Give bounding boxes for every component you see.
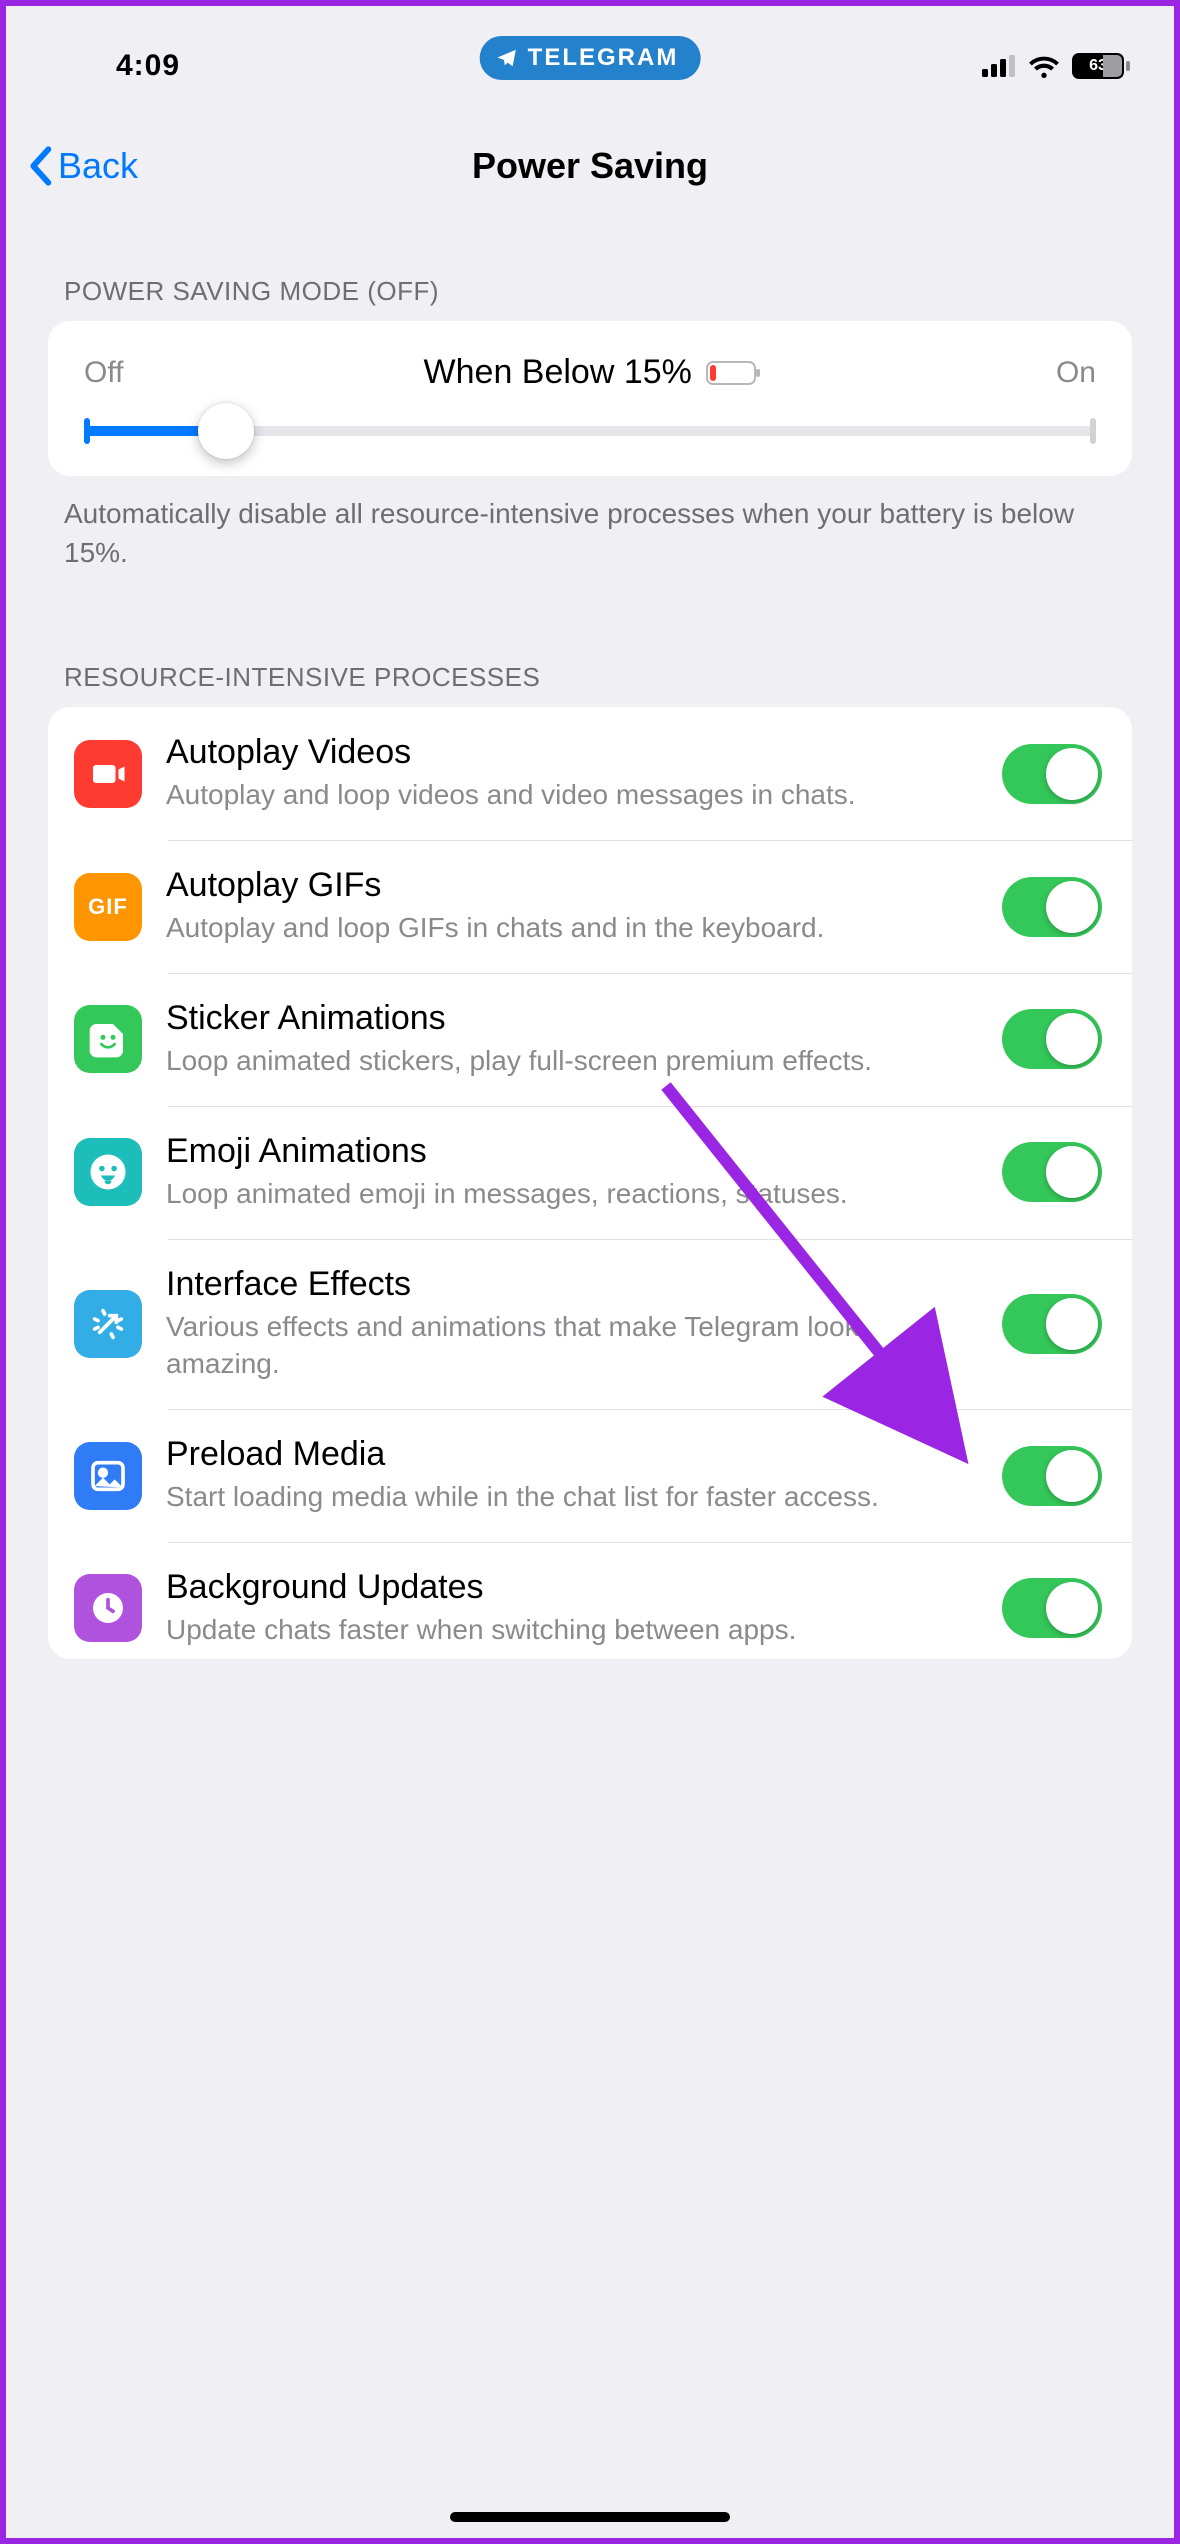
slider-label-off: Off [84, 356, 123, 390]
row-title: Emoji Animations [166, 1132, 968, 1171]
row-emoji-animations[interactable]: Emoji Animations Loop animated emoji in … [48, 1106, 1132, 1239]
video-icon [74, 740, 142, 808]
back-button[interactable]: Back [26, 145, 138, 187]
row-sticker-animations[interactable]: Sticker Animations Loop animated sticker… [48, 973, 1132, 1106]
toggle-background-updates[interactable] [1002, 1578, 1102, 1638]
toggle-interface-effects[interactable] [1002, 1294, 1102, 1354]
clock-icon [74, 1574, 142, 1642]
row-title: Interface Effects [166, 1265, 968, 1304]
gif-icon: GIF [74, 873, 142, 941]
image-icon [74, 1442, 142, 1510]
row-subtitle: Autoplay and loop GIFs in chats and in t… [166, 909, 968, 947]
row-background-updates[interactable]: Background Updates Update chats faster w… [48, 1542, 1132, 1659]
battery-low-icon [706, 361, 756, 385]
row-title: Background Updates [166, 1568, 968, 1607]
row-subtitle: Start loading media while in the chat li… [166, 1478, 968, 1516]
nav-bar: Back Power Saving [6, 106, 1174, 226]
row-title: Autoplay Videos [166, 733, 968, 772]
row-subtitle: Loop animated stickers, play full-screen… [166, 1042, 968, 1080]
cellular-icon [982, 55, 1016, 77]
status-bar: 4:09 TELEGRAM 63 [6, 6, 1174, 106]
toggle-sticker-animations[interactable] [1002, 1009, 1102, 1069]
chevron-left-icon [26, 146, 54, 186]
slider-label-on: On [1056, 356, 1096, 390]
pill-label: TELEGRAM [528, 44, 679, 72]
row-autoplay-videos[interactable]: Autoplay Videos Autoplay and loop videos… [48, 707, 1132, 840]
slider-thumb[interactable] [198, 403, 254, 459]
status-time: 4:09 [116, 49, 180, 83]
telegram-icon [496, 47, 518, 69]
row-autoplay-gifs[interactable]: GIF Autoplay GIFs Autoplay and loop GIFs… [48, 840, 1132, 973]
row-subtitle: Various effects and animations that make… [166, 1308, 968, 1384]
emoji-icon [74, 1138, 142, 1206]
row-subtitle: Update chats faster when switching betwe… [166, 1611, 968, 1649]
section-header-processes: RESOURCE-INTENSIVE PROCESSES [6, 582, 1174, 707]
row-subtitle: Autoplay and loop videos and video messa… [166, 776, 968, 814]
processes-list: Autoplay Videos Autoplay and loop videos… [48, 707, 1132, 1658]
battery-icon: 63 [1072, 53, 1124, 79]
app-pill-telegram[interactable]: TELEGRAM [480, 36, 701, 80]
row-interface-effects[interactable]: Interface Effects Various effects and an… [48, 1239, 1132, 1410]
section-header-power: POWER SAVING MODE (OFF) [6, 226, 1174, 321]
toggle-autoplay-gifs[interactable] [1002, 877, 1102, 937]
sparkle-icon [74, 1290, 142, 1358]
row-title: Preload Media [166, 1435, 968, 1474]
wifi-icon [1028, 54, 1060, 78]
status-right: 63 [982, 53, 1124, 79]
row-title: Autoplay GIFs [166, 866, 968, 905]
power-saving-card: Off When Below 15% On [48, 321, 1132, 476]
row-subtitle: Loop animated emoji in messages, reactio… [166, 1175, 968, 1213]
power-threshold-slider[interactable] [84, 426, 1096, 436]
page-title: Power Saving [472, 145, 708, 187]
home-indicator [450, 2512, 730, 2522]
back-label: Back [58, 145, 138, 187]
toggle-autoplay-videos[interactable] [1002, 744, 1102, 804]
toggle-preload-media[interactable] [1002, 1446, 1102, 1506]
row-title: Sticker Animations [166, 999, 968, 1038]
slider-label-threshold: When Below 15% [424, 353, 756, 392]
row-preload-media[interactable]: Preload Media Start loading media while … [48, 1409, 1132, 1542]
section-footer-power: Automatically disable all resource-inten… [6, 476, 1174, 582]
toggle-emoji-animations[interactable] [1002, 1142, 1102, 1202]
sticker-icon [74, 1005, 142, 1073]
